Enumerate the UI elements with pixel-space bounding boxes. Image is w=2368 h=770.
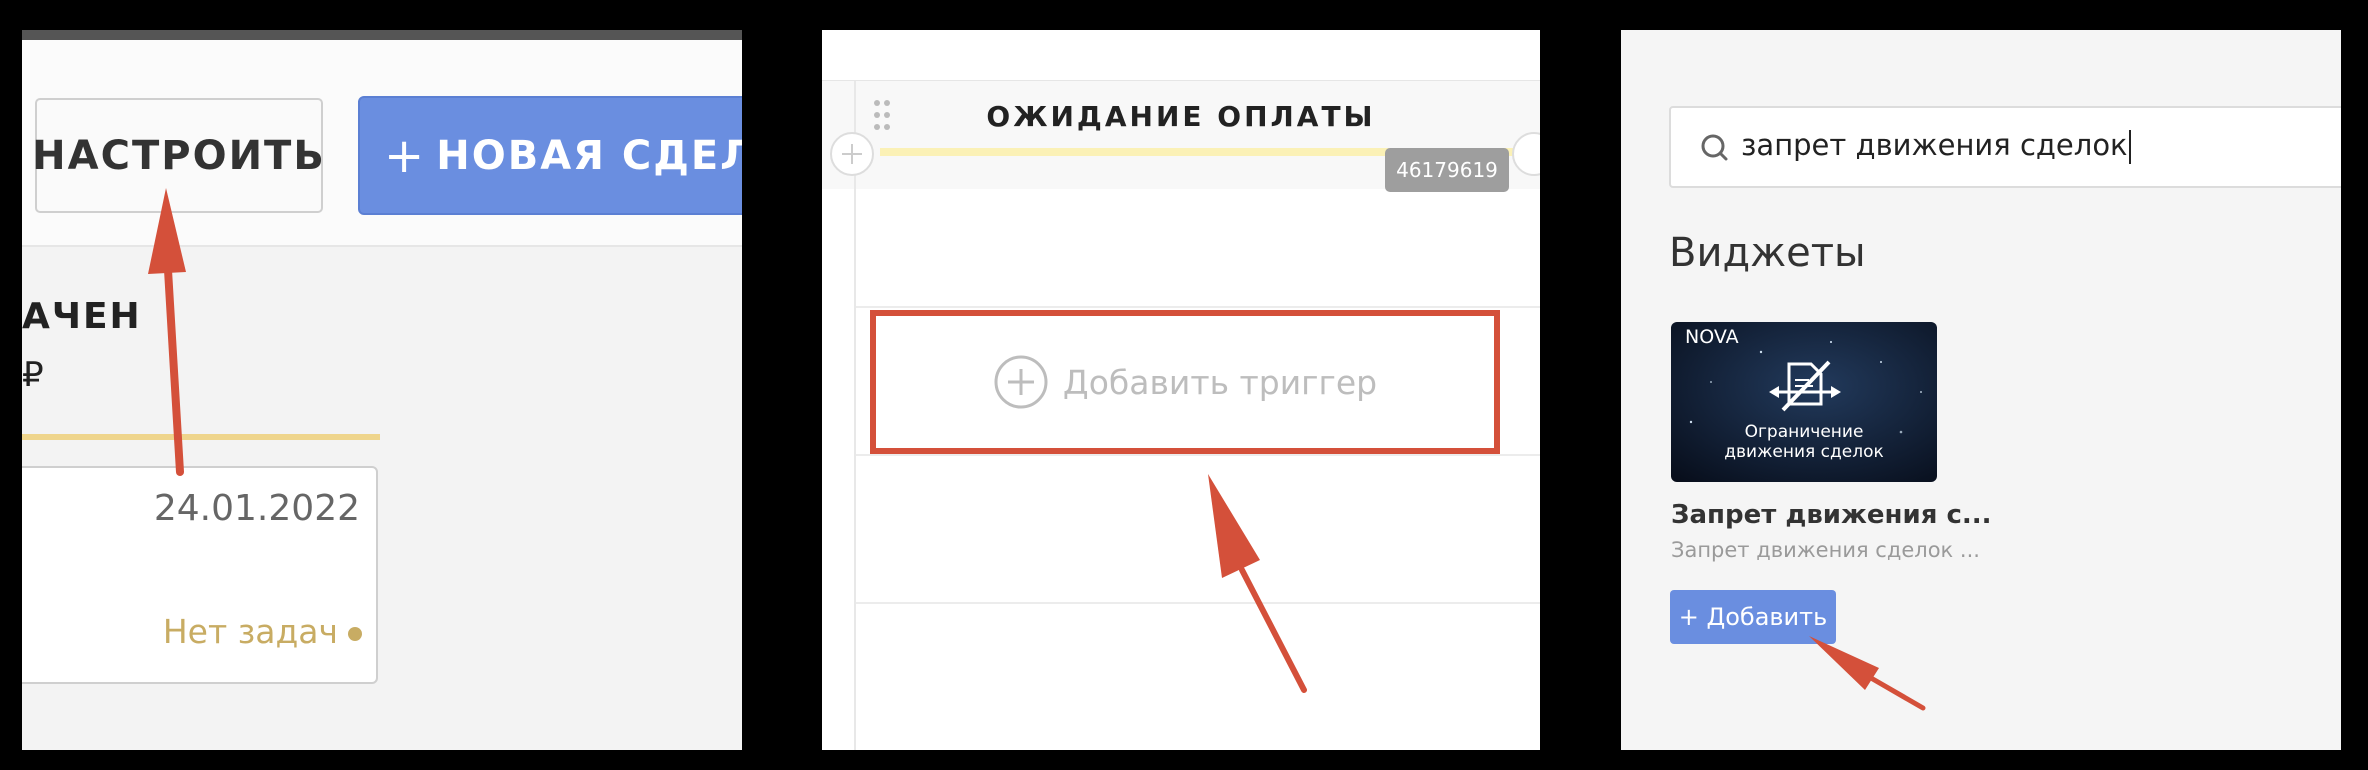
annotation-arrow <box>1208 474 1307 693</box>
digital-pipeline-panel: ОЖИДАНИЕ ОПЛАТЫ 46179619 Добавить тригге… <box>822 30 1540 750</box>
annotation-arrow <box>148 188 186 476</box>
annotation-arrow <box>1809 636 1926 711</box>
marketplace-panel: запрет движения сделок Виджеты NOVA Огра… <box>1621 30 2341 750</box>
deals-pipeline-panel: НАСТРОИТЬ + НОВАЯ СДЕЛКА АЧЕН ₽ 24.01.20… <box>22 30 742 750</box>
